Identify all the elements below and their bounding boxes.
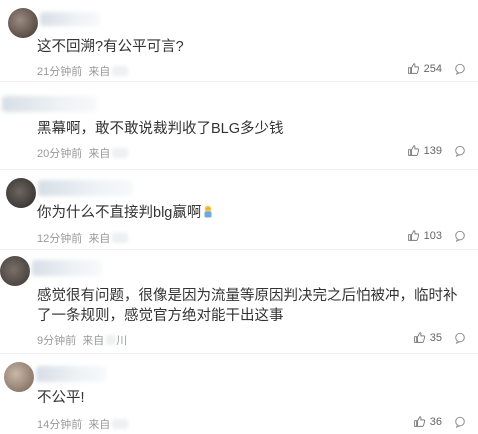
comment-time: 12分钟前 [37,233,83,245]
comment-text: 不公平! [37,390,85,406]
comment-bubble-icon [455,145,465,157]
username-redacted [32,260,102,276]
like-count: 254 [423,62,442,75]
source-redacted [106,335,117,345]
comment-bubble-icon [455,416,465,428]
comment-item: 不公平! 14分钟前 来自 36 [0,354,478,434]
like-count: 139 [423,144,442,157]
comment-text: 这不回溯?有公平可言? [37,39,184,55]
comment-actions: 35 [413,331,466,344]
comment-actions: 103 [407,229,466,242]
avatar[interactable] [6,178,36,208]
username-redacted [36,366,106,382]
reply-button[interactable] [454,145,466,157]
username-redacted [2,96,97,112]
comment-actions: 139 [407,144,466,157]
comment-text-body: 你为什么不直接判blg赢啊 [37,205,202,221]
like-button[interactable]: 35 [413,331,442,344]
reply-button[interactable] [454,63,466,75]
like-count: 36 [429,415,442,428]
like-count: 103 [423,229,442,242]
comment-meta: 20分钟前 来自 [37,145,129,161]
reply-button[interactable] [454,230,466,242]
thumbs-up-icon [407,230,419,241]
source-redacted [112,148,129,158]
avatar[interactable] [8,8,38,38]
comment-text: 你为什么不直接判blg赢啊 [37,203,467,223]
reply-button[interactable] [454,416,466,428]
comment-item: 黑幕啊，敢不敢说裁判收了BLG多少钱 20分钟前 来自 139 [0,82,478,170]
source-redacted [112,419,129,429]
comment-meta: 14分钟前 来自 [37,416,129,432]
thumbs-up-icon [407,145,419,156]
comment-actions: 254 [407,62,466,75]
like-button[interactable]: 36 [413,415,442,428]
comment-source-tail: 川 [116,335,128,347]
comment-meta: 12分钟前 来自 [37,230,129,246]
comment-source-label: 来自 [88,233,111,245]
comment-time: 9分钟前 [37,335,77,347]
like-button[interactable]: 139 [407,144,442,157]
comment-actions: 36 [413,415,466,428]
avatar[interactable] [0,256,30,286]
comment-time: 21分钟前 [37,66,83,78]
like-button[interactable]: 103 [407,229,442,242]
comment-bubble-icon [455,230,465,242]
username-redacted [38,180,133,196]
thumbs-up-icon [407,63,419,74]
comment-bubble-icon [455,332,465,344]
comment-text: 黑幕啊，敢不敢说裁判收了BLG多少钱 [37,121,284,137]
comment-item: 你为什么不直接判blg赢啊 12分钟前 来自 103 [0,170,478,250]
username-redacted [40,12,100,26]
comment-bubble-icon [455,63,465,75]
reply-button[interactable] [454,332,466,344]
comment-time: 20分钟前 [37,148,83,160]
source-redacted [112,233,129,243]
comment-source-label: 来自 [88,148,111,160]
comment-item: 这不回溯?有公平可言? 21分钟前 来自 254 [0,6,478,82]
comment-source-label: 来自 [88,66,111,78]
comment-item: 感觉很有问题，很像是因为流量等原因判决完之后怕被冲，临时补了一条规则，感觉官方绝… [0,250,478,354]
thumbs-up-icon [413,332,425,343]
facepalm-emoji-icon [204,205,212,218]
comment-text: 感觉很有问题，很像是因为流量等原因判决完之后怕被冲，临时补了一条规则，感觉官方绝… [37,288,458,324]
like-button[interactable]: 254 [407,62,442,75]
avatar[interactable] [4,362,34,392]
comment-source-label: 来自 [88,419,111,431]
comment-meta: 21分钟前 来自 [37,63,129,79]
source-redacted [112,66,129,76]
comment-source-label: 来自 [82,335,105,347]
thumbs-up-icon [413,416,425,427]
like-count: 35 [429,331,442,344]
comment-meta: 9分钟前 来自川 [37,332,127,348]
comment-time: 14分钟前 [37,419,83,431]
